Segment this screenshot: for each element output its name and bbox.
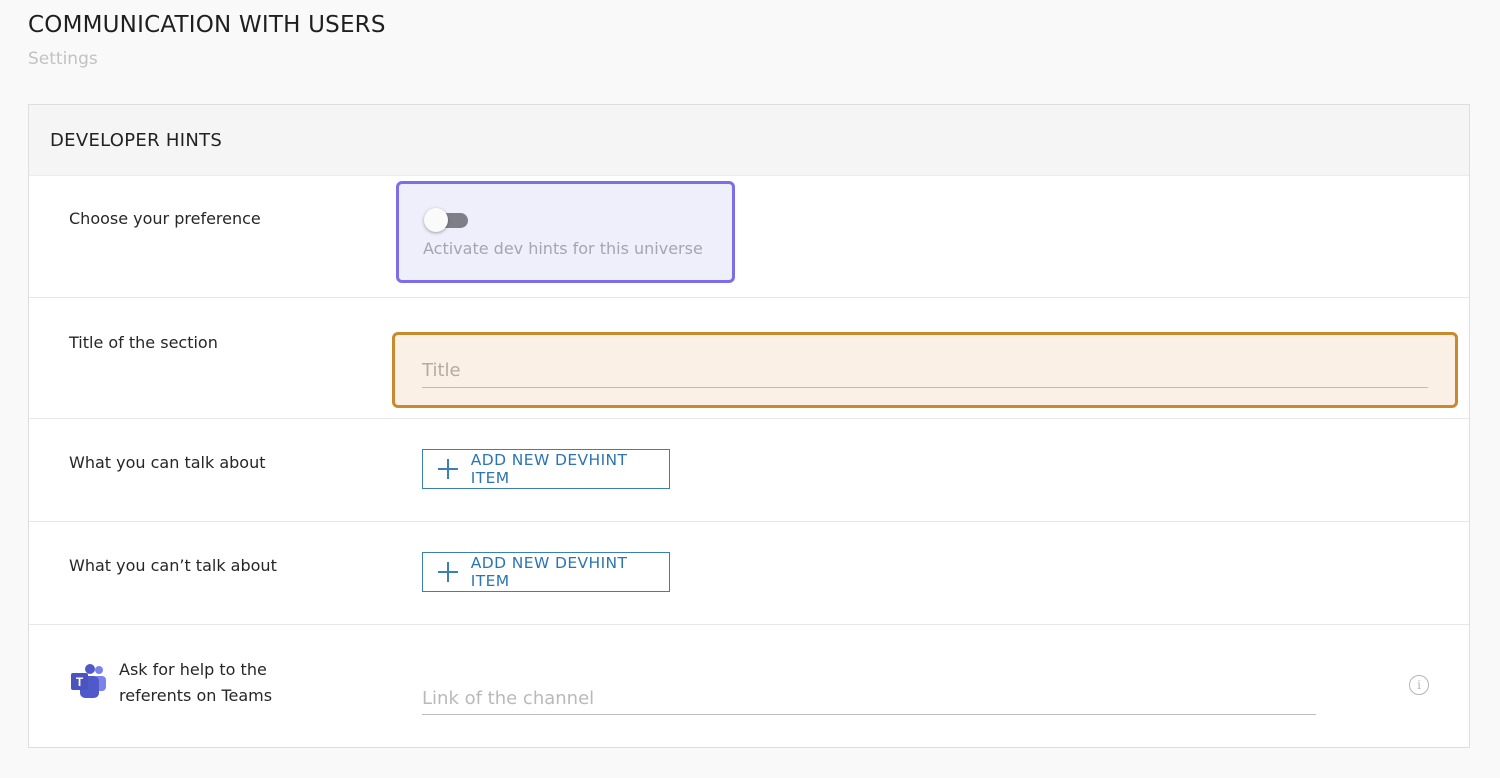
section-title-row: Title of the section	[29, 298, 1469, 419]
page-title: COMMUNICATION WITH USERS	[28, 12, 386, 38]
teams-row: T Ask for help to the referents on Teams…	[29, 625, 1469, 748]
page-subtitle: Settings	[28, 49, 98, 69]
can-talk-label: What you can talk about	[69, 453, 266, 472]
toggle-highlight-box: Activate dev hints for this universe	[396, 181, 735, 283]
title-highlight-box	[392, 332, 1458, 408]
teams-label: Ask for help to the referents on Teams	[119, 657, 319, 709]
cant-talk-row: What you can’t talk about ADD NEW DEVHIN…	[29, 522, 1469, 625]
toggle-knob	[424, 208, 448, 232]
svg-text:T: T	[76, 675, 84, 689]
add-button-label: ADD NEW DEVHINT ITEM	[470, 451, 628, 487]
preference-label: Choose your preference	[69, 209, 261, 228]
section-title-label: Title of the section	[69, 333, 218, 352]
preference-row: Choose your preference Activate dev hint…	[29, 176, 1469, 298]
add-cant-talk-item-button[interactable]: ADD NEW DEVHINT ITEM	[422, 552, 670, 592]
toggle-caption: Activate dev hints for this universe	[423, 239, 703, 258]
dev-hints-toggle[interactable]	[424, 207, 470, 233]
plus-icon	[438, 562, 458, 582]
channel-link-input[interactable]	[422, 682, 1316, 715]
developer-hints-card: DEVELOPER HINTS Choose your preference A…	[28, 104, 1470, 748]
card-header: DEVELOPER HINTS	[29, 105, 1469, 176]
teams-label-line2: referents on Teams	[119, 686, 273, 705]
cant-talk-label: What you can’t talk about	[69, 556, 277, 575]
teams-label-line1: Ask for help to the	[119, 660, 267, 679]
teams-icon: T	[71, 664, 106, 698]
add-can-talk-item-button[interactable]: ADD NEW DEVHINT ITEM	[422, 449, 670, 489]
info-icon[interactable]: i	[1409, 675, 1429, 695]
can-talk-row: What you can talk about ADD NEW DEVHINT …	[29, 419, 1469, 522]
add-button-label: ADD NEW DEVHINT ITEM	[470, 554, 628, 590]
plus-icon	[438, 459, 458, 479]
section-title-input[interactable]	[422, 353, 1428, 388]
